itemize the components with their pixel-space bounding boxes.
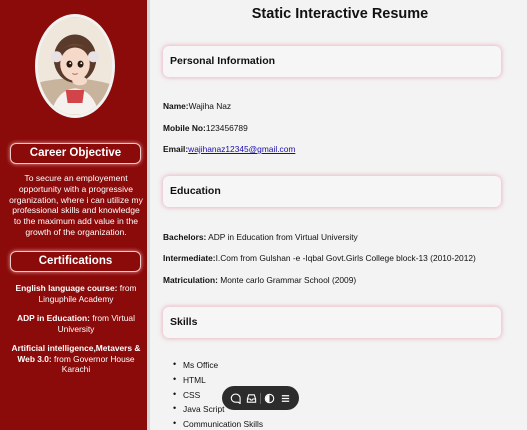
toolbar-divider bbox=[259, 392, 261, 404]
certifications-heading: Certifications bbox=[10, 251, 141, 272]
main-content: Static Interactive Resume Personal Infor… bbox=[153, 0, 527, 430]
matriculation-line: Matriculation: Monte carlo Grammar Schoo… bbox=[163, 275, 357, 285]
email-line: Email:wajihanaz12345@gmail.com bbox=[163, 144, 296, 154]
inbox-icon[interactable] bbox=[244, 391, 258, 405]
comment-icon[interactable] bbox=[229, 391, 243, 405]
floating-toolbar bbox=[222, 386, 299, 410]
education-heading: Education bbox=[163, 176, 501, 207]
email-link[interactable]: wajihanaz12345@gmail.com bbox=[188, 144, 295, 154]
intermediate-line: Intermediate:I.Com from Gulshan -e -Iqba… bbox=[163, 253, 476, 263]
bachelors-line: Bachelors: ADP in Education from Virtual… bbox=[163, 232, 358, 242]
menu-icon[interactable] bbox=[278, 391, 292, 405]
career-objective-text: To secure an employement opportunity wit… bbox=[9, 173, 143, 237]
avatar bbox=[35, 14, 115, 118]
skill-item: Ms Office bbox=[173, 359, 263, 375]
toggle-icon[interactable] bbox=[263, 391, 277, 405]
page-title: Static Interactive Resume bbox=[251, 6, 429, 22]
career-objective-heading: Career Objective bbox=[10, 143, 141, 164]
profile-picture bbox=[38, 17, 112, 115]
mobile-line: Mobile No:123456789 bbox=[163, 123, 248, 133]
skills-heading: Skills bbox=[163, 307, 501, 338]
sidebar: Career Objective To secure an employemen… bbox=[0, 0, 150, 430]
certification-item: English language course: from Linguphile… bbox=[15, 283, 137, 304]
skill-item: Communication Skills bbox=[173, 418, 263, 430]
name-line: Name:Wajiha Naz bbox=[163, 101, 232, 111]
personal-info-heading: Personal Information bbox=[163, 46, 501, 77]
certification-item: ADP in Education: from Virtual Universit… bbox=[17, 313, 135, 334]
certification-item: Artificial intelligence,Metavers & Web 3… bbox=[11, 343, 141, 374]
certifications-list: English language course: from Linguphile… bbox=[6, 283, 146, 384]
